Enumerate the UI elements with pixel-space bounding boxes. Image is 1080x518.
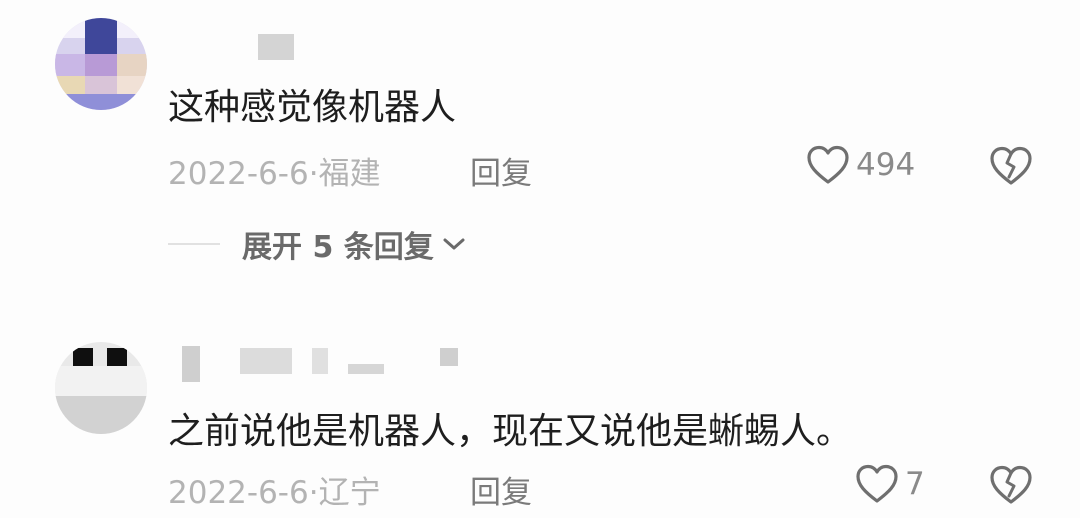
like-button[interactable]: 7 [855, 463, 925, 505]
avatar-pixel [117, 76, 147, 94]
comment-location: 福建 [318, 156, 381, 192]
avatar-pixel [85, 54, 117, 76]
heart-outline-icon [856, 464, 898, 503]
avatar-pixel [107, 348, 127, 366]
reply-button[interactable]: 回复 [470, 467, 532, 512]
comment-date: 2022-6-6· [168, 475, 319, 511]
avatar-pixel [85, 76, 117, 94]
username-blurred[interactable] [258, 34, 294, 60]
avatar-pixel [73, 348, 93, 366]
dislike-button[interactable] [989, 145, 1033, 191]
avatar-pixel [55, 396, 147, 434]
username-blurred[interactable] [182, 346, 200, 382]
broken-heart-icon [990, 146, 1032, 185]
username-blurred[interactable] [312, 348, 328, 374]
expand-replies[interactable]: 展开 5 条回复 [168, 222, 466, 266]
expand-replies-label: 展开 5 条回复 [242, 230, 434, 265]
like-count: 7 [905, 466, 925, 502]
avatar[interactable] [55, 18, 147, 110]
username-blurred[interactable] [240, 348, 292, 374]
comment-meta: 2022-6-6·辽宁 [168, 467, 381, 512]
avatar-pixel [55, 366, 147, 396]
reply-button[interactable]: 回复 [470, 148, 532, 193]
divider-line [168, 243, 220, 245]
avatar-pixel [55, 76, 85, 94]
broken-heart-icon [990, 465, 1032, 504]
comment-date: 2022-6-6· [168, 156, 319, 192]
avatar-pixel [85, 18, 117, 54]
avatar[interactable] [55, 342, 147, 434]
avatar-pixel [55, 94, 147, 110]
comment-text: 之前说他是机器人，现在又说他是蜥蜴人。 [168, 411, 853, 452]
comment-text: 这种感觉像机器人 [168, 87, 457, 128]
avatar-pixel [55, 54, 85, 76]
username-blurred[interactable] [348, 364, 384, 374]
like-button[interactable]: 494 [806, 144, 915, 186]
username-blurred[interactable] [440, 348, 458, 366]
like-count: 494 [856, 147, 916, 183]
comment-meta: 2022-6-6·福建 [168, 148, 381, 193]
dislike-button[interactable] [989, 464, 1033, 510]
avatar-pixel [117, 54, 147, 76]
heart-outline-icon [807, 145, 849, 184]
comment-location: 辽宁 [318, 475, 381, 511]
chevron-down-icon [443, 238, 465, 250]
